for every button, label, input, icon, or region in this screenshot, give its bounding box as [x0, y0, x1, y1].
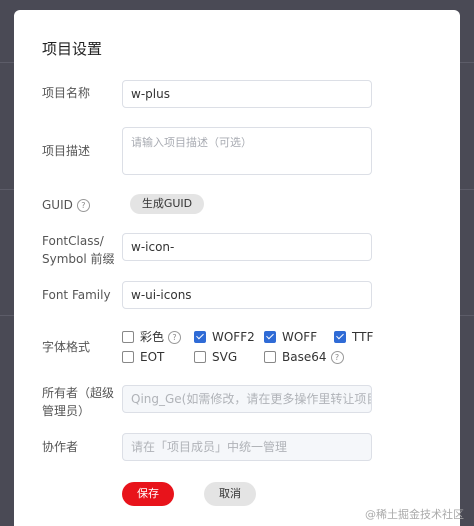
checkbox-box[interactable]	[334, 331, 346, 343]
checkbox-box[interactable]	[194, 331, 206, 343]
checkbox-label: 彩色	[140, 330, 165, 344]
checkbox-box[interactable]	[122, 351, 134, 363]
help-icon[interactable]: ?	[76, 199, 90, 212]
project-settings-dialog: 项目设置 项目名称 w-plus 项目描述 请输入项目描述（可选） GUID? …	[14, 10, 460, 526]
checkbox-box[interactable]	[122, 331, 134, 343]
watermark: @稀土掘金技术社区	[365, 508, 464, 521]
format-ttf-checkbox[interactable]: TTF	[334, 330, 373, 344]
checkbox-label: TTF	[352, 330, 374, 344]
dialog-title: 项目设置	[42, 40, 103, 58]
format-base64-checkbox[interactable]: Base64?	[264, 350, 344, 364]
generate-guid-button[interactable]: 生成GUID	[130, 194, 204, 214]
format-svg-checkbox[interactable]: SVG	[194, 350, 237, 364]
guid-label: GUID?	[42, 196, 90, 214]
owner-label-line2: 管理员）	[42, 404, 91, 418]
checkbox-label: Base64	[282, 350, 327, 364]
help-icon[interactable]: ?	[330, 351, 344, 364]
format-eot-checkbox[interactable]: EOT	[122, 350, 164, 364]
checkbox-label: WOFF	[282, 330, 318, 344]
collaborator-label: 协作者	[42, 440, 79, 454]
fontclass-label: FontClass/ Symbol 前缀	[42, 232, 115, 268]
format-woff2-checkbox[interactable]: WOFF2	[194, 330, 255, 344]
guid-label-text: GUID	[42, 198, 73, 212]
project-name-label: 项目名称	[42, 86, 91, 100]
owner-label: 所有者（超级 管理员）	[42, 384, 114, 420]
cancel-button[interactable]: 取消	[204, 482, 256, 506]
project-name-input[interactable]: w-plus	[122, 80, 372, 108]
checkbox-box[interactable]	[194, 351, 206, 363]
checkbox-box[interactable]	[264, 351, 276, 363]
help-icon[interactable]: ?	[168, 331, 182, 344]
fontfamily-label: Font Family	[42, 288, 111, 302]
fontclass-label-line2: Symbol 前缀	[42, 252, 115, 266]
format-color-checkbox[interactable]: 彩色?	[122, 330, 182, 344]
collaborator-input: 请在「项目成员」中统一管理	[122, 433, 372, 461]
fontclass-label-line1: FontClass/	[42, 234, 104, 248]
fontfamily-input[interactable]: w-ui-icons	[122, 281, 372, 309]
project-desc-label: 项目描述	[42, 144, 91, 158]
fontclass-input[interactable]: w-icon-	[122, 233, 372, 261]
save-button[interactable]: 保存	[122, 482, 174, 506]
checkbox-label: EOT	[140, 350, 165, 364]
checkbox-box[interactable]	[264, 331, 276, 343]
project-desc-textarea[interactable]: 请输入项目描述（可选）	[122, 127, 372, 175]
owner-label-line1: 所有者（超级	[42, 386, 115, 400]
format-woff-checkbox[interactable]: WOFF	[264, 330, 317, 344]
font-format-label: 字体格式	[42, 340, 91, 354]
checkbox-label: SVG	[212, 350, 238, 364]
owner-input: Qing_Ge(如需修改，请在更多操作里转让项目)	[122, 385, 372, 413]
checkbox-label: WOFF2	[212, 330, 255, 344]
